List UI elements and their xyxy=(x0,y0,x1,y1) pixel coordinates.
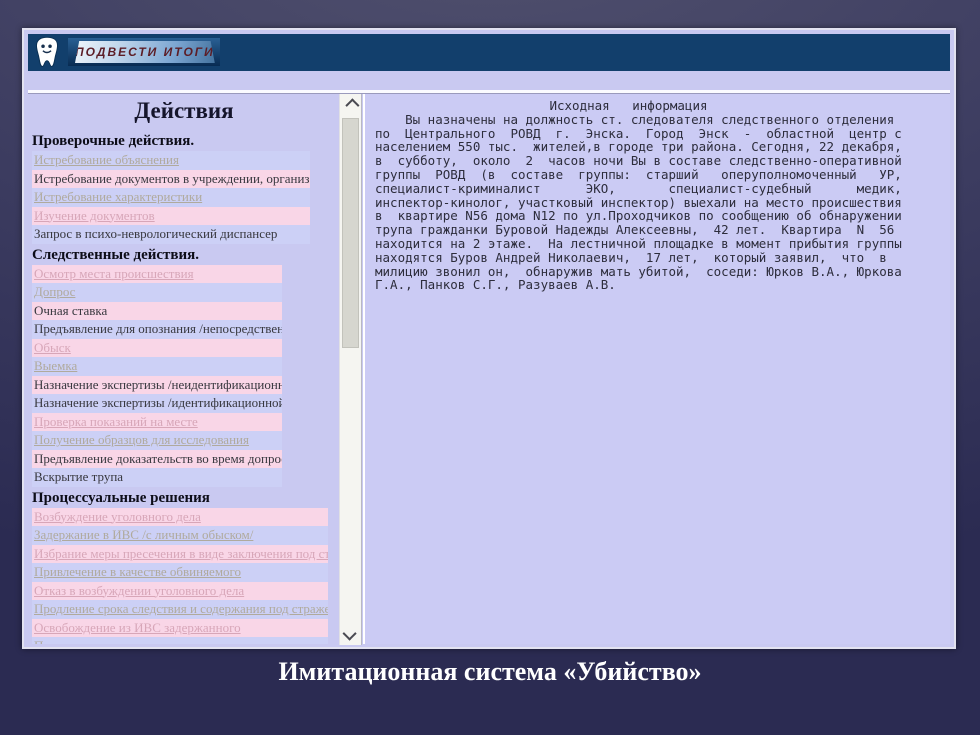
section-header: Проверочные действия. xyxy=(32,132,336,150)
action-item[interactable]: Истребование характеристики xyxy=(32,188,310,207)
action-item[interactable]: Привлечение в качестве обвиняемого xyxy=(32,563,328,582)
section-header: Следственные действия. xyxy=(32,246,336,264)
info-panel: Исходная информация Вы назначены на долж… xyxy=(363,94,950,644)
action-item[interactable]: Истребование объяснения xyxy=(32,151,310,170)
action-item[interactable]: Запрос в психо-неврологический диспансер xyxy=(32,225,310,244)
section-header: Процессуальные решения xyxy=(32,489,336,507)
actions-panel-title: Действия xyxy=(32,98,336,124)
page-caption: Имитационная система «Убийство» xyxy=(0,657,980,687)
actions-scrollbar[interactable] xyxy=(339,94,362,645)
action-item[interactable]: Продление срока следствия и содержания п… xyxy=(32,600,328,619)
action-item[interactable]: Получение образцов для исследования xyxy=(32,431,282,450)
action-item[interactable]: Возбуждение уголовного дела xyxy=(32,508,328,527)
info-panel-text: Вы назначены на должность ст. следовател… xyxy=(375,113,942,292)
action-item[interactable]: Выемка xyxy=(32,357,282,376)
summary-button-face: ПОДВЕСТИ ИТОГИ xyxy=(75,41,215,63)
action-item[interactable]: Обыск xyxy=(32,339,282,358)
action-item[interactable]: Очная ставка xyxy=(32,302,282,321)
action-item[interactable]: Проверка показаний на месте xyxy=(32,413,282,432)
action-item[interactable]: Истребование документов в учреждении, ор… xyxy=(32,170,310,189)
actions-panel: Действия Проверочные действия.Истребован… xyxy=(32,96,336,644)
action-item[interactable]: Изучение документов xyxy=(32,207,310,226)
section-items: Возбуждение уголовного делаЗадержание в … xyxy=(32,508,328,645)
action-item[interactable]: Назначение экспертизы /идентификационной… xyxy=(32,394,282,413)
app-window: ПОДВЕСТИ ИТОГИ Действия Проверочные дейс… xyxy=(22,28,956,649)
scroll-up-button[interactable] xyxy=(340,96,361,112)
action-item[interactable]: Допрос xyxy=(32,283,282,302)
action-item[interactable]: Предъявление для опознания /непосредстве… xyxy=(32,320,282,339)
action-item[interactable]: Освобождение из ИВС задержанного xyxy=(32,619,328,638)
title-bar: ПОДВЕСТИ ИТОГИ xyxy=(28,34,950,71)
section-items: Истребование объясненияИстребование доку… xyxy=(32,151,310,244)
summary-button[interactable]: ПОДВЕСТИ ИТОГИ xyxy=(68,38,220,66)
action-item[interactable]: Вскрытие трупа xyxy=(32,468,282,487)
action-item[interactable]: Назначение экспертизы /неидентификационн… xyxy=(32,376,282,395)
actions-list: Проверочные действия.Истребование объясн… xyxy=(32,132,336,644)
action-item[interactable]: Предъявление доказательств во время допр… xyxy=(32,450,282,469)
chevron-down-icon xyxy=(342,627,356,641)
summary-button-label: ПОДВЕСТИ ИТОГИ xyxy=(75,45,215,59)
info-panel-title: Исходная информация xyxy=(375,99,882,113)
section-items: Осмотр места происшествияДопросОчная ста… xyxy=(32,265,282,487)
action-item[interactable]: Осмотр места происшествия xyxy=(32,265,282,284)
scrollbar-thumb[interactable] xyxy=(342,118,359,348)
action-item[interactable]: Прекращение уголовного дела xyxy=(32,637,328,644)
action-item[interactable]: Задержание в ИВС /с личным обыском/ xyxy=(32,526,328,545)
action-item[interactable]: Отказ в возбуждении уголовного дела xyxy=(32,582,328,601)
scroll-down-button[interactable] xyxy=(340,627,361,643)
tooth-face-icon xyxy=(33,36,61,69)
chevron-up-icon xyxy=(345,98,359,112)
action-item[interactable]: Избрание меры пресечения в виде заключен… xyxy=(32,545,328,564)
